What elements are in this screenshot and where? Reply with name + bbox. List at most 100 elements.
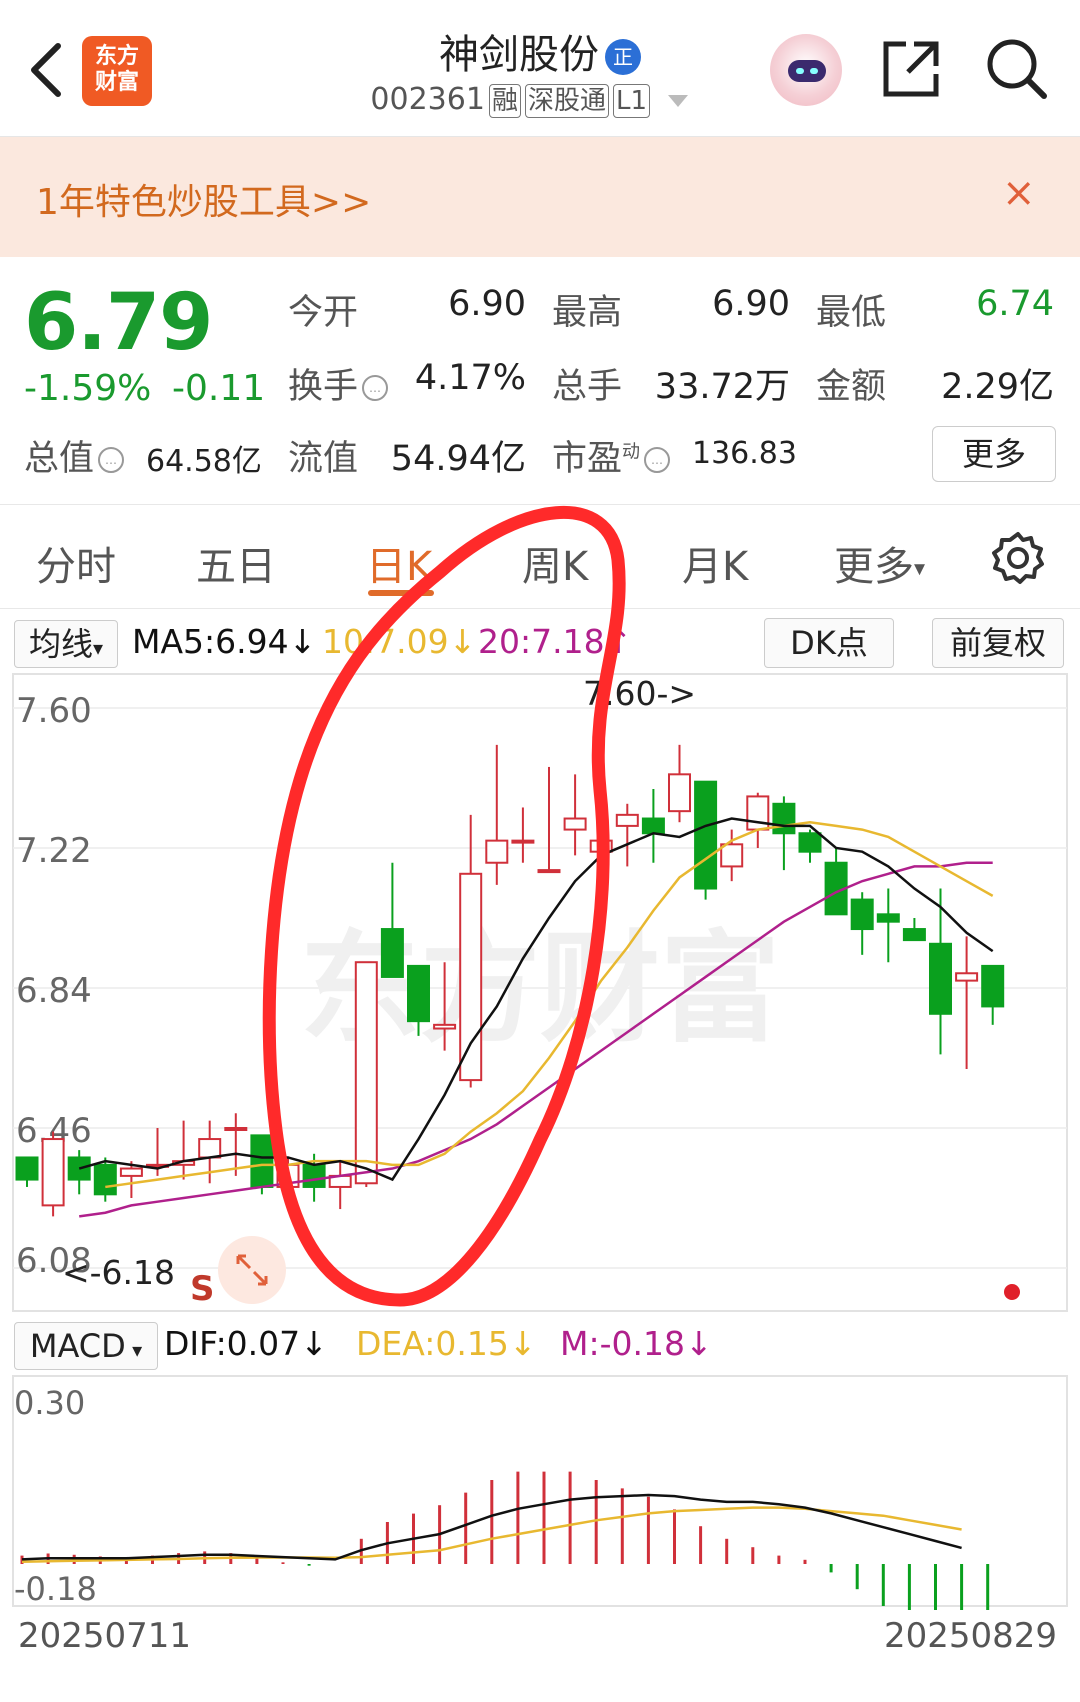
divider — [0, 504, 1080, 505]
tab-intraday[interactable]: 分时 — [36, 534, 116, 592]
m-value: M:-0.18↓ — [560, 1324, 713, 1363]
expand-chart-icon[interactable] — [218, 1236, 286, 1304]
amount-value: 2.29亿 — [941, 367, 1054, 407]
assistant-robot-icon[interactable] — [770, 34, 842, 106]
ma5-text: MA5:6.94 — [132, 622, 289, 661]
date-end: 20250829 — [884, 1616, 1058, 1656]
info-icon[interactable]: … — [644, 447, 671, 473]
logo-text-top: 东方 — [94, 44, 139, 69]
macd-tick-label: 0.30 — [14, 1384, 85, 1422]
macd-tick-label: -0.18 — [14, 1570, 97, 1608]
dea-value: DEA:0.15↓ — [356, 1324, 537, 1363]
info-icon[interactable]: … — [362, 375, 389, 401]
pe-superscript: 动 — [622, 441, 641, 463]
ma5-value: MA5:6.94↓ — [132, 622, 316, 661]
share-icon[interactable] — [880, 38, 942, 100]
change-amount: -0.11 — [172, 368, 266, 409]
sell-marker: S — [190, 1269, 215, 1309]
volume-label: 总手 — [552, 367, 623, 407]
market-cap-label-text: 总值 — [24, 439, 95, 479]
dropdown-triangle-icon[interactable] — [666, 93, 690, 109]
price-tick-label: 7.60 — [16, 691, 92, 731]
stock-code-line[interactable]: 002361 融深股通 L1 — [330, 82, 730, 118]
top-nav-bar: 东方 财富 神剑股份正 002361 融深股通 L1 — [0, 0, 1080, 137]
ma20-text: 20:7.18 — [478, 622, 605, 661]
up-arrow-icon: ↑ — [604, 622, 633, 661]
tag-margin: 融 — [488, 84, 521, 118]
current-price: 6.79 — [24, 278, 213, 368]
price-tick-label: 6.84 — [16, 971, 92, 1011]
promo-banner[interactable]: 1年特色炒股工具>> — [0, 137, 1080, 257]
live-dot — [1004, 1284, 1020, 1300]
caret-down-icon: ▾ — [92, 636, 104, 660]
candle — [694, 780, 718, 900]
date-start: 20250711 — [18, 1616, 192, 1656]
tab-daily-k[interactable]: 日K — [366, 534, 432, 592]
market-cap-label[interactable]: 总值… — [24, 430, 125, 481]
ma10-text: 10:7.09 — [322, 622, 449, 661]
tab-weekly-k[interactable]: 周K — [522, 534, 588, 592]
app-logo[interactable]: 东方 财富 — [82, 36, 152, 106]
tab-more[interactable]: 更多▾ — [834, 534, 925, 592]
caret-down-icon: ▾ — [125, 1338, 143, 1362]
low-label: 最低 — [816, 293, 887, 333]
amount-label: 金额 — [816, 367, 887, 407]
open-value: 6.90 — [448, 284, 526, 324]
macd-selector-label: MACD — [29, 1327, 126, 1365]
stock-name: 神剑股份 — [439, 32, 599, 78]
tab-monthly-k[interactable]: 月K — [682, 534, 748, 592]
candlestick-chart[interactable]: 东方财富 7.607.226.846.466.08 7.60-> <-6.18 … — [0, 670, 1080, 1315]
pe-label-text: 市盈 — [552, 439, 623, 479]
down-arrow-icon: ↓ — [300, 1324, 328, 1363]
down-arrow-icon: ↓ — [288, 622, 317, 661]
caret-down-icon: ▾ — [914, 556, 926, 582]
dif-text: DIF:0.07 — [164, 1324, 301, 1363]
candle — [41, 1131, 65, 1217]
volume-value: 33.72万 — [654, 367, 790, 407]
more-quote-button[interactable]: 更多 — [932, 426, 1056, 482]
dk-point-button[interactable]: DK点 — [764, 618, 894, 668]
verified-badge-icon: 正 — [605, 39, 641, 75]
ma20-value: 20:7.18↑ — [478, 622, 632, 661]
logo-text-bottom: 财富 — [94, 70, 139, 95]
down-arrow-icon: ↓ — [684, 1324, 713, 1363]
ma-selector[interactable]: 均线▾ — [14, 620, 118, 668]
ma-selector-label: 均线 — [28, 625, 93, 663]
tag-level: L1 — [612, 84, 651, 118]
turnover-value: 4.17% — [414, 358, 526, 398]
divider — [0, 608, 1080, 609]
high-marker-label: 7.60-> — [583, 674, 696, 713]
macd-selector[interactable]: MACD ▾ — [14, 1322, 158, 1370]
price-tick-label: 7.22 — [16, 831, 92, 871]
high-label: 最高 — [552, 293, 623, 333]
back-arrow-icon[interactable] — [26, 40, 66, 100]
down-arrow-icon: ↓ — [508, 1324, 537, 1363]
macd-chart[interactable]: 0.30 -0.18 — [0, 1374, 1080, 1610]
turnover-label[interactable]: 换手… — [288, 358, 389, 409]
candle — [354, 961, 378, 1187]
ma10-value: 10:7.09↓ — [322, 622, 476, 661]
dea-text: DEA:0.15 — [356, 1324, 509, 1363]
turnover-label-text: 换手 — [288, 367, 359, 407]
pe-label[interactable]: 市盈动… — [552, 430, 671, 481]
tab-five-day[interactable]: 五日 — [196, 534, 276, 592]
adjust-mode-button[interactable]: 前复权 — [932, 618, 1064, 668]
change-percent: -1.59% — [24, 368, 152, 409]
float-cap-label: 流值 — [288, 439, 359, 479]
m-text: M:-0.18 — [560, 1324, 685, 1363]
tag-connect: 深股通 — [524, 84, 609, 118]
low-marker-label: <-6.18 — [62, 1253, 175, 1292]
open-label: 今开 — [288, 293, 359, 333]
market-cap-value: 64.58亿 — [146, 444, 262, 479]
tab-more-label: 更多 — [834, 544, 914, 590]
info-icon[interactable]: … — [98, 447, 125, 473]
active-tab-indicator — [368, 590, 434, 596]
high-value: 6.90 — [712, 284, 790, 324]
search-icon[interactable] — [984, 36, 1050, 102]
stock-title: 神剑股份正 — [360, 22, 720, 80]
float-cap-value: 54.94亿 — [390, 439, 526, 479]
close-icon[interactable]: × — [1002, 170, 1036, 216]
settings-gear-icon[interactable] — [990, 530, 1046, 586]
stock-code: 002361 — [370, 82, 485, 117]
promo-text[interactable]: 1年特色炒股工具>> — [36, 173, 371, 225]
